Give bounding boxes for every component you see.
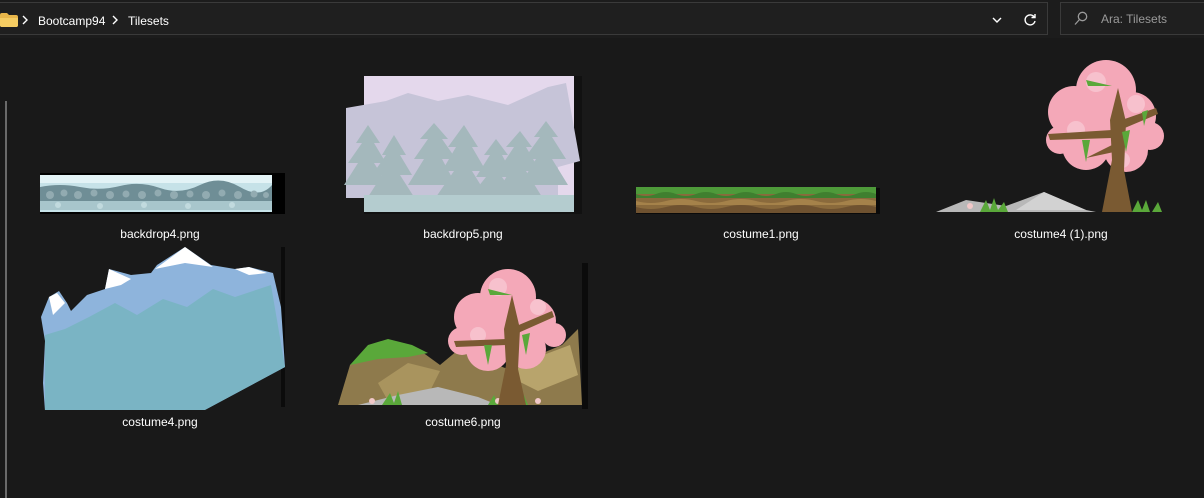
breadcrumb-item-tilesets[interactable]: Tilesets: [128, 14, 169, 28]
folder-icon: [0, 13, 18, 27]
file-thumbnail: [338, 57, 588, 222]
file-name: costume1.png: [723, 227, 799, 241]
file-tile-backdrop5[interactable]: backdrop5.png: [338, 57, 588, 242]
file-thumbnail: [338, 245, 588, 410]
chevron-right-icon[interactable]: [20, 12, 30, 28]
address-bar[interactable]: Bootcamp94 Tilesets: [0, 2, 1048, 35]
file-thumbnail: [636, 57, 886, 222]
file-name: backdrop4.png: [120, 227, 200, 241]
refresh-icon[interactable]: [1022, 12, 1038, 28]
address-bar-region: Bootcamp94 Tilesets Ara: Tilesets: [0, 0, 1204, 38]
search-input[interactable]: Ara: Tilesets: [1101, 12, 1167, 26]
file-name: backdrop5.png: [423, 227, 503, 241]
file-thumbnail: [936, 57, 1186, 222]
file-thumbnail: [35, 245, 285, 410]
search-box[interactable]: Ara: Tilesets: [1060, 2, 1204, 35]
file-tile-backdrop4[interactable]: backdrop4.png: [35, 57, 285, 242]
chevron-right-icon[interactable]: [110, 12, 120, 28]
search-icon: [1074, 11, 1088, 25]
navigation-scroll-line: [5, 101, 7, 498]
file-tile-costume4-1[interactable]: costume4 (1).png: [936, 57, 1186, 242]
file-name: costume6.png: [425, 415, 501, 429]
navigation-pane-edge: [0, 38, 12, 498]
file-name: costume4.png: [122, 415, 198, 429]
file-tile-costume1[interactable]: costume1.png: [636, 57, 886, 242]
chevron-down-icon[interactable]: [990, 14, 1004, 26]
file-thumbnail: [35, 57, 285, 222]
breadcrumb-item-bootcamp94[interactable]: Bootcamp94: [38, 14, 105, 28]
file-tile-costume4[interactable]: costume4.png: [35, 245, 285, 430]
file-name: costume4 (1).png: [1014, 227, 1108, 241]
file-tile-costume6[interactable]: costume6.png: [338, 245, 588, 430]
